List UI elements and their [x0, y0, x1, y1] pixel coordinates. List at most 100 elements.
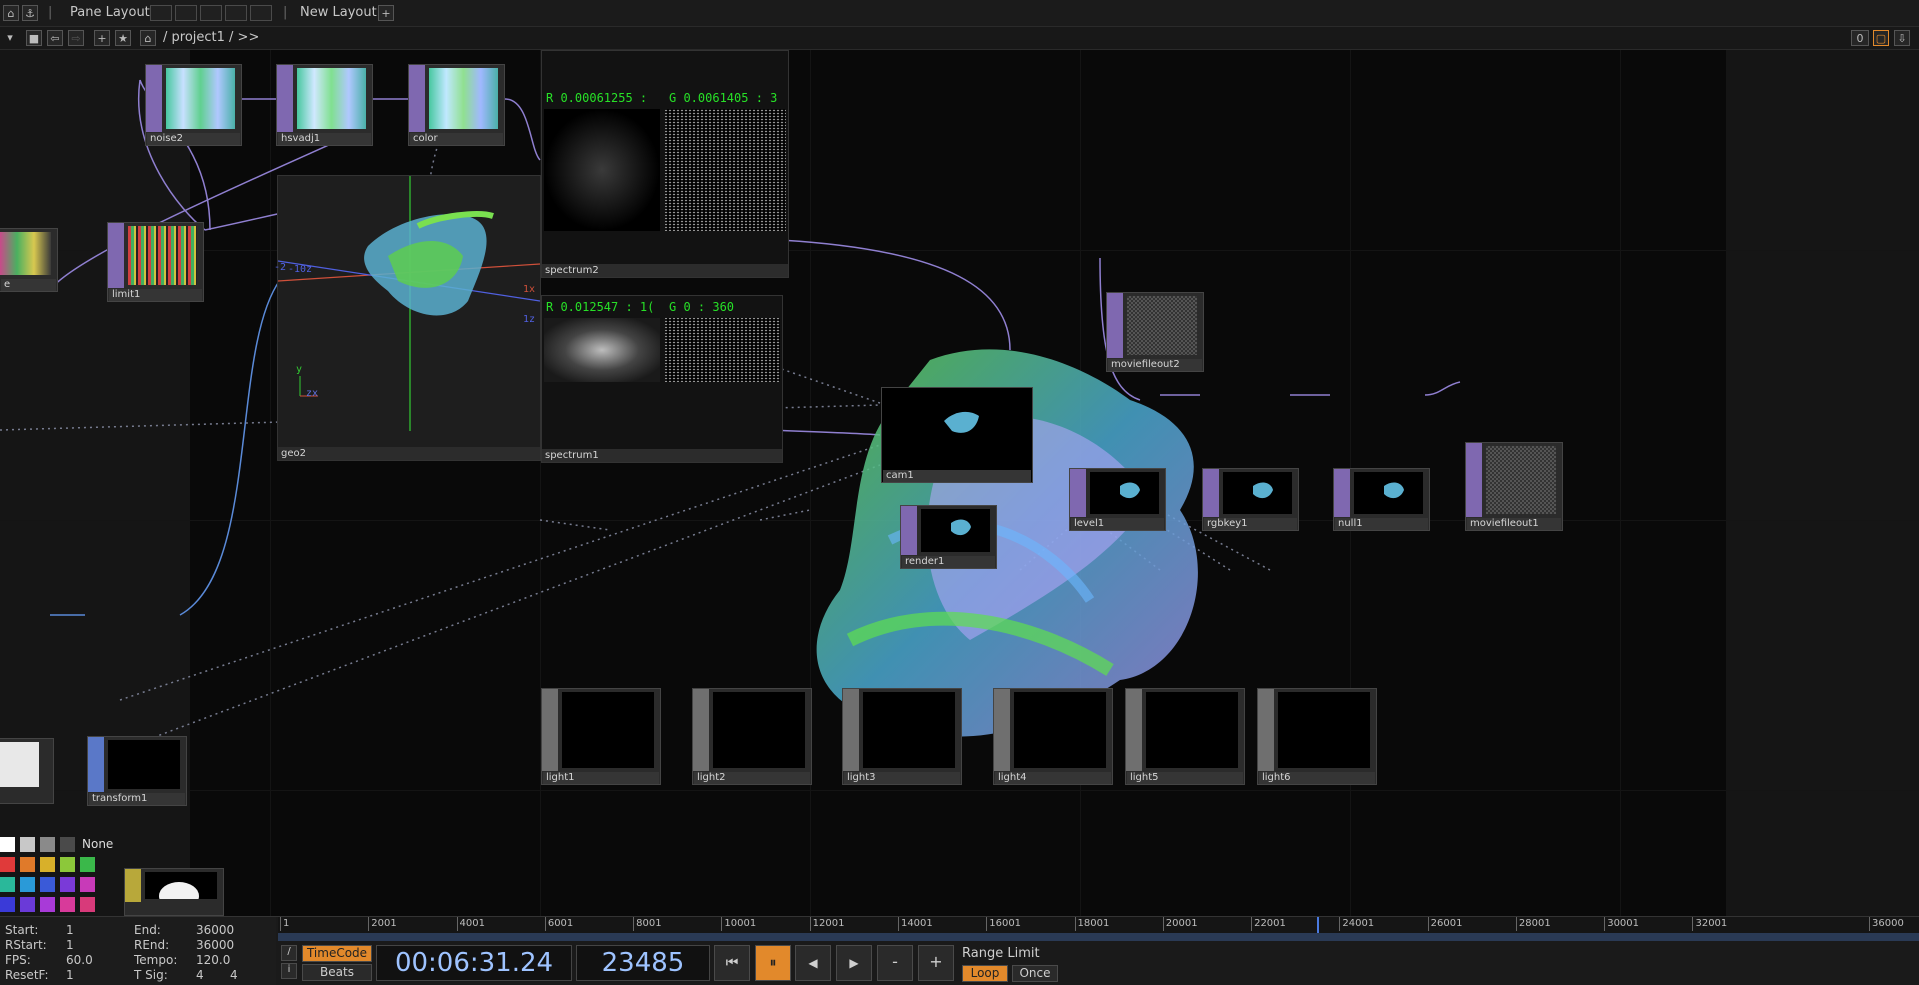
pane-split-icon[interactable]: ⚓ [22, 5, 38, 21]
layout-four-button[interactable] [250, 5, 272, 21]
transform1-preview [108, 740, 180, 789]
operator-light4[interactable]: light4 [993, 688, 1113, 785]
swatch[interactable] [60, 897, 75, 912]
playhead[interactable] [1316, 917, 1319, 933]
layout-split-h-button[interactable] [200, 5, 222, 21]
start-value[interactable]: 1 [66, 923, 74, 937]
operator-light2[interactable]: light2 [692, 688, 812, 785]
tsig-numerator[interactable]: 4 [196, 968, 204, 982]
swatch[interactable] [20, 837, 35, 852]
light1-preview [562, 692, 654, 768]
viewer-toggle-icon[interactable]: ▢ [1873, 30, 1889, 46]
pause-button[interactable]: ⏸ [755, 945, 791, 981]
network-editor[interactable]: noise2 hsvadj1 color e limit1 1x 1z -10z… [0, 50, 1919, 916]
operator-label: light5 [1127, 772, 1243, 784]
operator-light1[interactable]: light1 [541, 688, 661, 785]
layout-split-v-button[interactable] [175, 5, 197, 21]
swatch[interactable] [40, 857, 55, 872]
layout-single-button[interactable] [150, 5, 172, 21]
swatch[interactable] [80, 897, 95, 912]
swatch[interactable] [0, 877, 15, 892]
end-value[interactable]: 36000 [196, 923, 234, 937]
range-bar[interactable] [278, 933, 1919, 941]
rgbkey1-preview [1223, 472, 1292, 514]
swatch[interactable] [80, 877, 95, 892]
home-icon[interactable]: ⌂ [140, 30, 156, 46]
operator-color[interactable]: color [408, 64, 505, 146]
rend-value[interactable]: 36000 [196, 938, 234, 952]
rstart-value[interactable]: 1 [66, 938, 74, 952]
swatch[interactable] [0, 837, 15, 852]
swatch[interactable] [60, 837, 75, 852]
swatch[interactable] [20, 857, 35, 872]
star-icon[interactable]: ★ [115, 30, 131, 46]
operator-rgbkey1[interactable]: rgbkey1 [1202, 468, 1299, 531]
swatch[interactable] [40, 877, 55, 892]
frame-display[interactable]: 23485 [576, 945, 710, 981]
operator-null1[interactable]: null1 [1333, 468, 1430, 531]
step-forward-button[interactable]: + [918, 945, 954, 981]
swatch[interactable] [20, 897, 35, 912]
play-reverse-button[interactable]: ◀ [795, 945, 831, 981]
operator-hsvadj1[interactable]: hsvadj1 [276, 64, 373, 146]
operator-moviefileout1[interactable]: moviefileout1 [1465, 442, 1563, 531]
stop-icon[interactable]: ■ [26, 30, 42, 46]
beats-toggle-icon[interactable]: i [281, 963, 297, 979]
swatch[interactable] [60, 857, 75, 872]
timeline-ruler[interactable]: 1 2001 4001 6001 8001 10001 12001 14001 16001 180… [278, 917, 1919, 933]
operator-white-partial[interactable] [0, 738, 54, 804]
beats-button[interactable]: Beats [302, 964, 372, 981]
layout-three-button[interactable] [225, 5, 247, 21]
swatch[interactable] [0, 897, 15, 912]
tsig-denominator[interactable]: 4 [230, 968, 238, 982]
operator-transform1[interactable]: transform1 [87, 736, 187, 806]
operator-partial[interactable]: e [0, 228, 58, 292]
forward-icon[interactable]: ⇨ [68, 30, 84, 46]
geo2-viewer[interactable]: 1x 1z -10z -2 y zx geo2 [274, 175, 541, 461]
axis-x-label: 1x [523, 284, 536, 295]
timecode-display[interactable]: 00:06:31.24 [376, 945, 572, 981]
once-button[interactable]: Once [1012, 965, 1058, 982]
back-icon[interactable]: ⇦ [47, 30, 63, 46]
separator: | [48, 5, 53, 20]
operator-light3[interactable]: light3 [842, 688, 962, 785]
color-palette[interactable]: None [0, 837, 120, 916]
dropdown-icon[interactable]: ▾ [2, 30, 18, 46]
timeline-tick: 28001 [1515, 917, 1551, 931]
download-icon[interactable]: ⇩ [1894, 30, 1910, 46]
operator-light5[interactable]: light5 [1125, 688, 1245, 785]
swatch[interactable] [80, 857, 95, 872]
geo2-3d-view[interactable] [278, 176, 540, 446]
pane-menu-icon[interactable]: ⌂ [3, 5, 19, 21]
resetf-value[interactable]: 1 [66, 968, 74, 982]
loop-button[interactable]: Loop [962, 965, 1008, 982]
operator-limit1[interactable]: limit1 [107, 222, 204, 302]
swatch[interactable] [60, 877, 75, 892]
new-layout-label[interactable]: New Layout [300, 5, 377, 20]
spectrum2-viewer[interactable]: R 0.00061255 : G 0.0061405 : 3 spectrum2 [541, 50, 789, 278]
swatch[interactable] [40, 897, 55, 912]
timecode-button[interactable]: TimeCode [302, 945, 372, 962]
swatch[interactable] [20, 877, 35, 892]
rewind-button[interactable]: ⏮ [714, 945, 750, 981]
step-back-button[interactable]: - [877, 945, 913, 981]
operator-noise2[interactable]: noise2 [145, 64, 242, 146]
network-path[interactable]: / project1 / >> [163, 30, 259, 45]
palette-none-label[interactable]: None [82, 837, 113, 851]
play-forward-button[interactable]: ▶ [836, 945, 872, 981]
operator-moviefileout2[interactable]: moviefileout2 [1106, 292, 1204, 372]
operator-level1[interactable]: level1 [1069, 468, 1166, 531]
operator-label: render1 [902, 556, 995, 568]
operator-cam1[interactable]: cam1 [881, 387, 1033, 483]
operator-light6[interactable]: light6 [1257, 688, 1377, 785]
timecode-toggle-icon[interactable]: / [281, 945, 297, 961]
spectrum1-viewer[interactable]: R 0.012547 : 1( G 0 : 360 spectrum1 [541, 295, 783, 463]
swatch[interactable] [0, 857, 15, 872]
add-layout-button[interactable]: + [378, 5, 394, 21]
add-icon[interactable]: + [94, 30, 110, 46]
tempo-value[interactable]: 120.0 [196, 953, 230, 967]
operator-render1[interactable]: render1 [900, 505, 997, 569]
swatch[interactable] [40, 837, 55, 852]
operator-circle[interactable] [124, 868, 224, 916]
fps-value[interactable]: 60.0 [66, 953, 93, 967]
